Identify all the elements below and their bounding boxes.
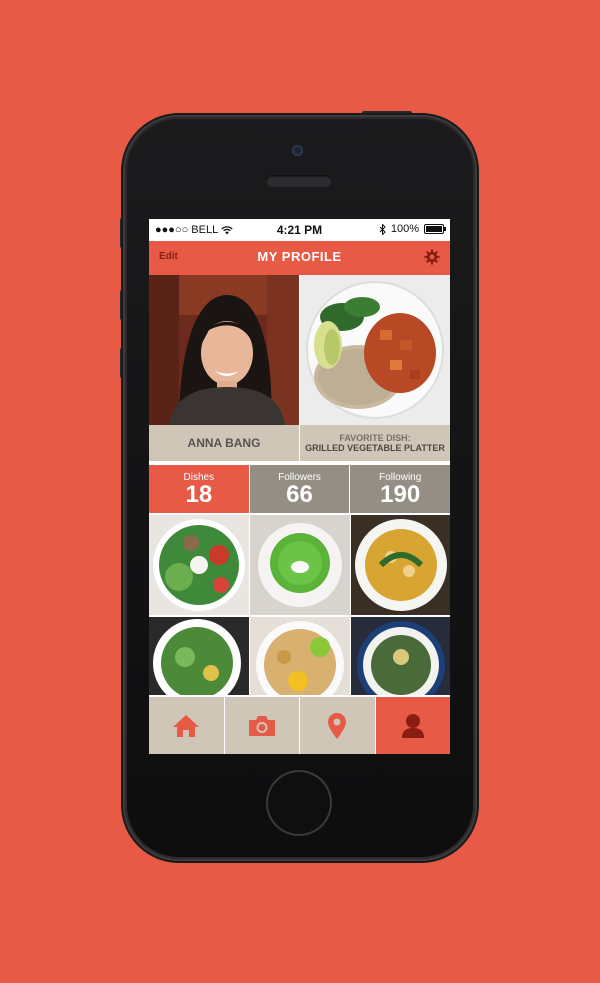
profile-name-text: ANNA BANG [187,436,261,450]
dish-thumbnail[interactable] [351,515,450,615]
stat-value: 18 [185,480,213,508]
stats-row: Dishes 18 Followers 66 Following 190 [149,465,450,513]
battery-percent: 100% [390,223,419,235]
power-button [362,111,412,116]
stat-value: 66 [286,480,313,508]
user-icon [401,713,424,738]
dishes-grid [149,515,450,695]
profile-photo-image [149,275,299,425]
app-screen: ●●●○○ BELL 4:21 PM 100% Edit MY PROFILE [149,219,450,754]
camera-icon [248,715,275,736]
front-camera [292,145,303,156]
dish-image [351,515,450,615]
stat-value: 190 [380,480,421,508]
status-bar: ●●●○○ BELL 4:21 PM 100% [149,219,450,241]
dish-image [250,515,350,615]
location-pin-icon [328,712,347,739]
gear-icon[interactable] [424,249,440,265]
stat-followers[interactable]: Followers 66 [249,465,350,513]
page-title: MY PROFILE [257,249,342,264]
profile-section: ANNA BANG FAVORITE DISH: GRILLED VEGETAB… [149,275,450,461]
home-button[interactable] [268,772,330,834]
nav-bar: Edit MY PROFILE [149,241,450,275]
dish-thumbnail[interactable] [149,617,249,695]
battery-icon [424,224,446,234]
dish-thumbnail[interactable] [351,617,450,695]
dish-image [149,617,249,695]
tab-location[interactable] [300,697,375,754]
earpiece-speaker [266,175,332,187]
favorite-dish-photo[interactable] [300,275,450,425]
tab-camera[interactable] [224,697,299,754]
dish-image [250,617,350,695]
dish-image [351,617,450,695]
tab-profile[interactable] [375,697,450,754]
favorite-dish-image [300,275,450,425]
tab-home[interactable] [149,697,224,754]
dish-thumbnail[interactable] [250,617,350,695]
dish-thumbnail[interactable] [250,515,350,615]
favorite-dish-caption: FAVORITE DISH: GRILLED VEGETABLE PLATTER [300,425,450,461]
profile-name: ANNA BANG [149,425,299,461]
home-icon [173,714,200,737]
favorite-dish-label: FAVORITE DISH: [339,433,411,443]
stat-following[interactable]: Following 190 [350,465,450,513]
favorite-dish-name: GRILLED VEGETABLE PLATTER [305,443,445,453]
bluetooth-icon [379,223,386,235]
dish-thumbnail[interactable] [149,515,249,615]
stat-dishes[interactable]: Dishes 18 [149,465,249,513]
tab-bar [149,697,450,754]
profile-photo[interactable] [149,275,299,425]
dish-image [149,515,249,615]
